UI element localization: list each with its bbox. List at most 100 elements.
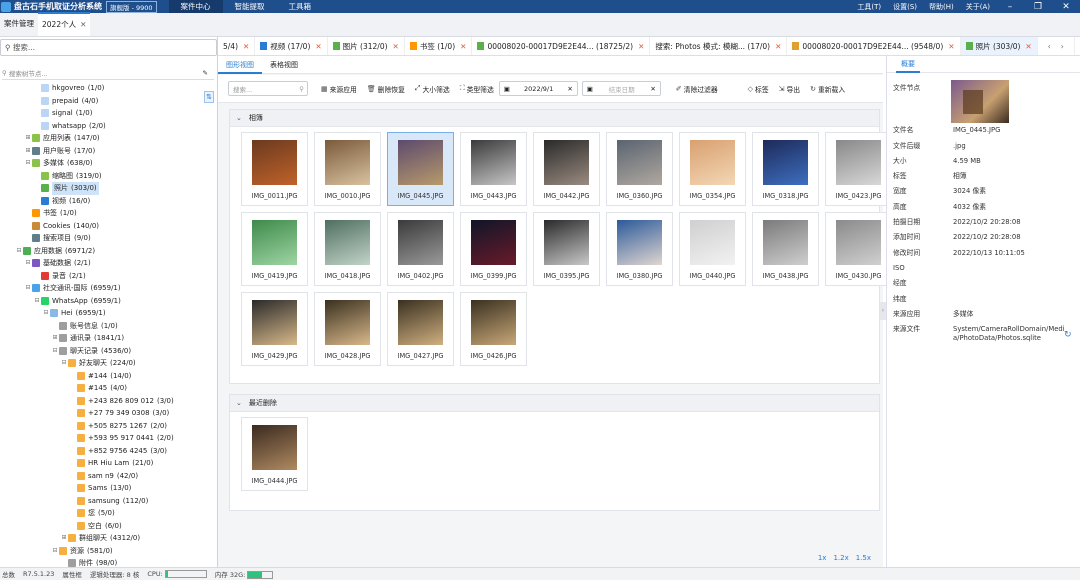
tree-node[interactable]: ⊟ 基础数据 (2/1) bbox=[0, 257, 218, 270]
view-tab[interactable]: 搜索: Photos 模式: 模糊... (17/0) ✕ bbox=[650, 37, 788, 55]
clear-filter-icon[interactable]: ✎ bbox=[203, 69, 208, 77]
menu-toolbox[interactable]: 工具箱 bbox=[277, 0, 324, 13]
tree-node[interactable]: prepaid (4/0) bbox=[0, 95, 218, 108]
tree-node[interactable]: 视频 (16/0) bbox=[0, 195, 218, 208]
view-tab[interactable]: 图片 (312/0) ✕ bbox=[328, 37, 405, 55]
expand-icon[interactable]: ⊞ bbox=[24, 134, 32, 142]
close-icon[interactable]: ✕ bbox=[948, 42, 954, 51]
tree-node[interactable]: +593 95 917 0441 (2/0) bbox=[0, 432, 218, 445]
tree-node[interactable]: ⊟ 好友聊天 (224/0) bbox=[0, 357, 218, 370]
tree-node[interactable]: ⊟ 社交通讯-国际 (6959/1) bbox=[0, 282, 218, 295]
close-icon[interactable]: ✕ bbox=[1052, 2, 1080, 12]
zoom-1x[interactable]: 1x bbox=[818, 554, 827, 562]
collapse-icon[interactable]: ⊟ bbox=[24, 284, 32, 292]
collapse-icon[interactable]: ⊟ bbox=[42, 309, 50, 317]
tree-node[interactable]: ⊟ Hei (6959/1) bbox=[0, 307, 218, 320]
tree-node[interactable]: 账号信息 (1/0) bbox=[0, 320, 218, 333]
tree-node[interactable]: ⊟ 应用数据 (6971/2) bbox=[0, 245, 218, 258]
photo-thumbnail[interactable]: IMG_0444.JPG bbox=[241, 417, 308, 491]
tree-node[interactable]: ⊟ 多媒体 (638/0) bbox=[0, 157, 218, 170]
tree-node[interactable]: +505 8275 1267 (2/0) bbox=[0, 420, 218, 433]
zoom-1-2x[interactable]: 1.2x bbox=[833, 554, 848, 562]
tree-node[interactable]: ⊞ 群组聊天 (4312/0) bbox=[0, 532, 218, 545]
tree-node[interactable]: +243 826 809 012 (3/0) bbox=[0, 395, 218, 408]
tree-node[interactable]: HR Hiu Lam (21/0) bbox=[0, 457, 218, 470]
photo-thumbnail[interactable]: IMG_0429.JPG bbox=[241, 292, 308, 366]
size-filter-button[interactable]: ⤢ 大小筛选 bbox=[410, 84, 455, 94]
tree-node[interactable]: +27 79 349 0308 (3/0) bbox=[0, 407, 218, 420]
menu-help[interactable]: 帮助(H) bbox=[923, 2, 960, 12]
photo-thumbnail[interactable]: IMG_0428.JPG bbox=[314, 292, 381, 366]
close-icon[interactable]: ✕ bbox=[80, 20, 86, 29]
photo-thumbnail[interactable]: IMG_0010.JPG bbox=[314, 132, 381, 206]
expand-icon[interactable]: ⊞ bbox=[24, 147, 32, 155]
export-button[interactable]: ⇲ 导出 bbox=[774, 84, 805, 94]
refresh-icon[interactable]: ↻ bbox=[1064, 330, 1072, 340]
clear-date-icon[interactable]: ✕ bbox=[567, 85, 572, 93]
collapse-icon[interactable]: ⊟ bbox=[33, 297, 41, 305]
type-filter-button[interactable]: ⛶ 类型筛选 bbox=[455, 84, 499, 94]
close-icon[interactable]: ✕ bbox=[1025, 42, 1031, 51]
tree-node[interactable]: ⊞ 用户账号 (17/0) bbox=[0, 145, 218, 158]
tree-node[interactable]: ⊟ 聊天记录 (4536/0) bbox=[0, 345, 218, 358]
photo-thumbnail[interactable]: IMG_0011.JPG bbox=[241, 132, 308, 206]
collapse-icon[interactable]: ⊟ bbox=[24, 159, 32, 167]
view-tab[interactable]: 照片 (303/0) ✕ bbox=[960, 37, 1038, 55]
view-tab[interactable]: 书签 (1/0) ✕ bbox=[405, 37, 473, 55]
view-tab[interactable]: 视频 (17/0) ✕ bbox=[255, 37, 328, 55]
close-icon[interactable]: ✕ bbox=[638, 42, 644, 51]
close-icon[interactable]: ✕ bbox=[460, 42, 466, 51]
end-date-input[interactable]: ▣ 结束日期 ✕ bbox=[581, 81, 661, 96]
tree-node[interactable]: +852 9756 4245 (3/0) bbox=[0, 445, 218, 458]
collapse-icon[interactable]: ⊟ bbox=[51, 547, 59, 555]
tree-node[interactable]: ⊟ 资源 (581/0) bbox=[0, 545, 218, 558]
clear-date-icon[interactable]: ✕ bbox=[650, 85, 655, 93]
album-section-header[interactable]: ⌄ 相簿 bbox=[230, 110, 879, 127]
photo-thumbnail[interactable]: IMG_0442.JPG bbox=[533, 132, 600, 206]
chevron-down-icon[interactable]: ⌄ bbox=[236, 399, 242, 407]
sidebar-search-input[interactable]: ⚲ 搜索... bbox=[0, 39, 217, 56]
tree-node[interactable]: Sams (13/0) bbox=[0, 482, 218, 495]
minimize-icon[interactable]: – bbox=[996, 2, 1024, 12]
tree-node[interactable]: 缩略图 (319/0) bbox=[0, 170, 218, 183]
tag-button[interactable]: ◇ 标签 bbox=[743, 84, 774, 94]
recently-deleted-header[interactable]: ⌄ 最近删除 bbox=[230, 395, 879, 412]
photo-thumbnail[interactable]: IMG_0440.JPG bbox=[679, 212, 746, 286]
photo-thumbnail[interactable]: IMG_0423.JPG bbox=[825, 132, 892, 206]
menu-case-center[interactable]: 案件中心 bbox=[168, 0, 223, 13]
tree-node[interactable]: 您 (5/0) bbox=[0, 507, 218, 520]
chevron-left-icon[interactable]: ‹ bbox=[1048, 42, 1051, 51]
tree-node[interactable]: Cookies (140/0) bbox=[0, 220, 218, 233]
photo-thumbnail[interactable]: IMG_0427.JPG bbox=[387, 292, 454, 366]
menu-settings[interactable]: 设置(S) bbox=[887, 2, 923, 12]
tree-node[interactable]: 空白 (6/0) bbox=[0, 520, 218, 533]
start-date-input[interactable]: ▣ 2022/9/1 ✕ bbox=[498, 81, 578, 96]
photo-thumbnail[interactable]: IMG_0395.JPG bbox=[533, 212, 600, 286]
tree-node[interactable]: ⊞ 通讯录 (1841/1) bbox=[0, 332, 218, 345]
zoom-1-5x[interactable]: 1.5x bbox=[856, 554, 871, 562]
tab-graphic-view[interactable]: 图形视图 bbox=[218, 56, 262, 74]
source-app-filter-button[interactable]: ▦ 来源应用 bbox=[316, 84, 362, 94]
view-tab[interactable]: 5/4) ✕ bbox=[218, 37, 256, 55]
tab-case-2022[interactable]: 2022个人 ✕ bbox=[38, 12, 91, 36]
tab-summary[interactable]: 概要 bbox=[896, 56, 920, 73]
tree-node[interactable]: 录音 (2/1) bbox=[0, 270, 218, 283]
photo-thumbnail[interactable]: IMG_0418.JPG bbox=[314, 212, 381, 286]
tree-node[interactable]: samsung (112/0) bbox=[0, 495, 218, 508]
gallery-search-input[interactable]: 搜索... ⚲ bbox=[228, 81, 308, 96]
tree-node[interactable]: whatsapp (2/0) bbox=[0, 120, 218, 133]
clear-filters-button[interactable]: ✐ 清除过滤器 bbox=[671, 84, 723, 94]
chevron-down-icon[interactable]: ⌄ bbox=[236, 114, 242, 122]
close-icon[interactable]: ✕ bbox=[393, 42, 399, 51]
tree-node[interactable]: 附件 (98/0) bbox=[0, 557, 218, 567]
menu-tools[interactable]: 工具(T) bbox=[851, 2, 887, 12]
tree-node[interactable]: 书签 (1/0) bbox=[0, 207, 218, 220]
photo-thumbnail[interactable]: IMG_0445.JPG bbox=[387, 132, 454, 206]
tab-table-view[interactable]: 表格视图 bbox=[262, 56, 306, 74]
menu-about[interactable]: 关于(A) bbox=[960, 2, 996, 12]
photo-thumbnail[interactable]: IMG_0426.JPG bbox=[460, 292, 527, 366]
photo-thumbnail[interactable]: IMG_0443.JPG bbox=[460, 132, 527, 206]
tree-node[interactable]: signal (1/0) bbox=[0, 107, 218, 120]
photo-thumbnail[interactable]: IMG_0360.JPG bbox=[606, 132, 673, 206]
view-tab[interactable]: 00008020-00017D9E2E44... (9548/0) ✕ bbox=[787, 37, 961, 55]
